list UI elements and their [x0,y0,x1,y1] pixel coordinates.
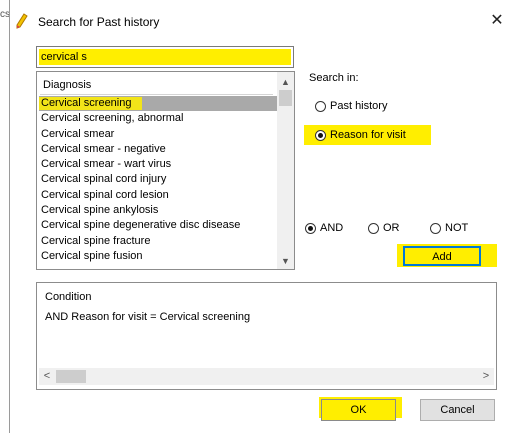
list-item[interactable]: Cervical spine fracture [39,234,277,249]
radio-reason-for-visit[interactable]: Reason for visit [315,129,406,141]
search-in-label: Search in: [309,72,359,84]
radio-or[interactable]: OR [368,222,400,234]
list-item-label: Cervical screening, abnormal [41,112,184,125]
radio-and[interactable]: AND [305,222,343,234]
list-item-label: Cervical spine fracture [41,234,151,247]
list-item[interactable]: Cervical spinal cord lesion [39,188,277,203]
scroll-left-icon[interactable]: < [39,368,55,385]
radio-or-label: OR [383,222,400,234]
list-item-label: Cervical spine degenerative disc disease [41,219,241,232]
search-input-value: cervical s [41,51,87,63]
dialog-title: Search for Past history [38,15,160,29]
radio-not-indicator[interactable] [430,222,441,234]
list-item-label: Cervical smear - wart virus [41,158,172,171]
radio-reason-for-visit-indicator[interactable] [315,129,326,141]
radio-past-history[interactable]: Past history [315,100,387,112]
radio-not[interactable]: NOT [430,222,468,234]
list-item[interactable]: Cervical smear - wart virus [39,157,277,172]
scroll-right-icon[interactable]: > [478,368,494,385]
list-item[interactable]: Cervical spinal cord injury [39,172,277,187]
add-button[interactable]: Add [403,246,481,266]
radio-and-label: AND [320,222,344,234]
pencil-icon [15,13,29,29]
list-item[interactable]: Cervical smear [39,127,277,142]
list-item-label: Cervical spinal cord injury [41,173,167,186]
outer-window-edge [9,0,10,433]
list-header-label: Diagnosis [43,79,92,91]
condition-box[interactable]: Condition AND Reason for visit = Cervica… [36,282,497,390]
condition-text: AND Reason for visit = Cervical screenin… [45,311,251,323]
radio-past-history-label: Past history [330,100,388,112]
outer-window-fragment: cs [0,10,9,20]
list-header: Diagnosis [40,76,273,95]
list-item[interactable]: Cervical spine degenerative disc disease [39,218,277,233]
list-item[interactable]: Cervical screening [39,96,277,112]
list-item-label: Cervical smear [41,127,115,140]
list-item-label: Cervical smear - negative [41,142,166,155]
scroll-up-icon[interactable]: ▲ [277,74,294,90]
radio-past-history-indicator[interactable] [315,100,326,112]
scroll-thumb-horizontal[interactable] [56,370,86,383]
condition-scrollbar[interactable]: < > [39,368,494,385]
list-item-label: Cervical spinal cord lesion [41,188,169,201]
list-scrollbar[interactable]: ▲ ▼ [277,72,294,269]
list-item[interactable]: Cervical screening, abnormal [39,111,277,126]
radio-reason-for-visit-label: Reason for visit [330,129,406,141]
list-item-label: Cervical spine fusion [41,249,143,262]
list-item[interactable]: Cervical spine ankylosis [39,203,277,218]
radio-not-label: NOT [445,222,469,234]
ok-button[interactable]: OK [321,399,396,421]
condition-title: Condition [45,291,92,303]
cancel-button[interactable]: Cancel [420,399,495,421]
list-item[interactable]: Cervical spine fusion [39,249,277,264]
close-button[interactable]: ✕ [488,11,506,31]
list-item-label: Cervical spine ankylosis [41,204,159,217]
scroll-thumb[interactable] [279,90,292,106]
list-items: Cervical screening Cervical screening, ab… [39,96,277,264]
list-item[interactable]: Cervical smear - negative [39,142,277,157]
radio-and-indicator[interactable] [305,222,316,234]
radio-or-indicator[interactable] [368,222,379,234]
scroll-down-icon[interactable]: ▼ [277,253,294,269]
list-item-label: Cervical screening [41,97,132,109]
diagnosis-list[interactable]: Diagnosis Cervical screening Cervical scr… [36,71,295,270]
search-input[interactable]: cervical s [36,46,294,68]
